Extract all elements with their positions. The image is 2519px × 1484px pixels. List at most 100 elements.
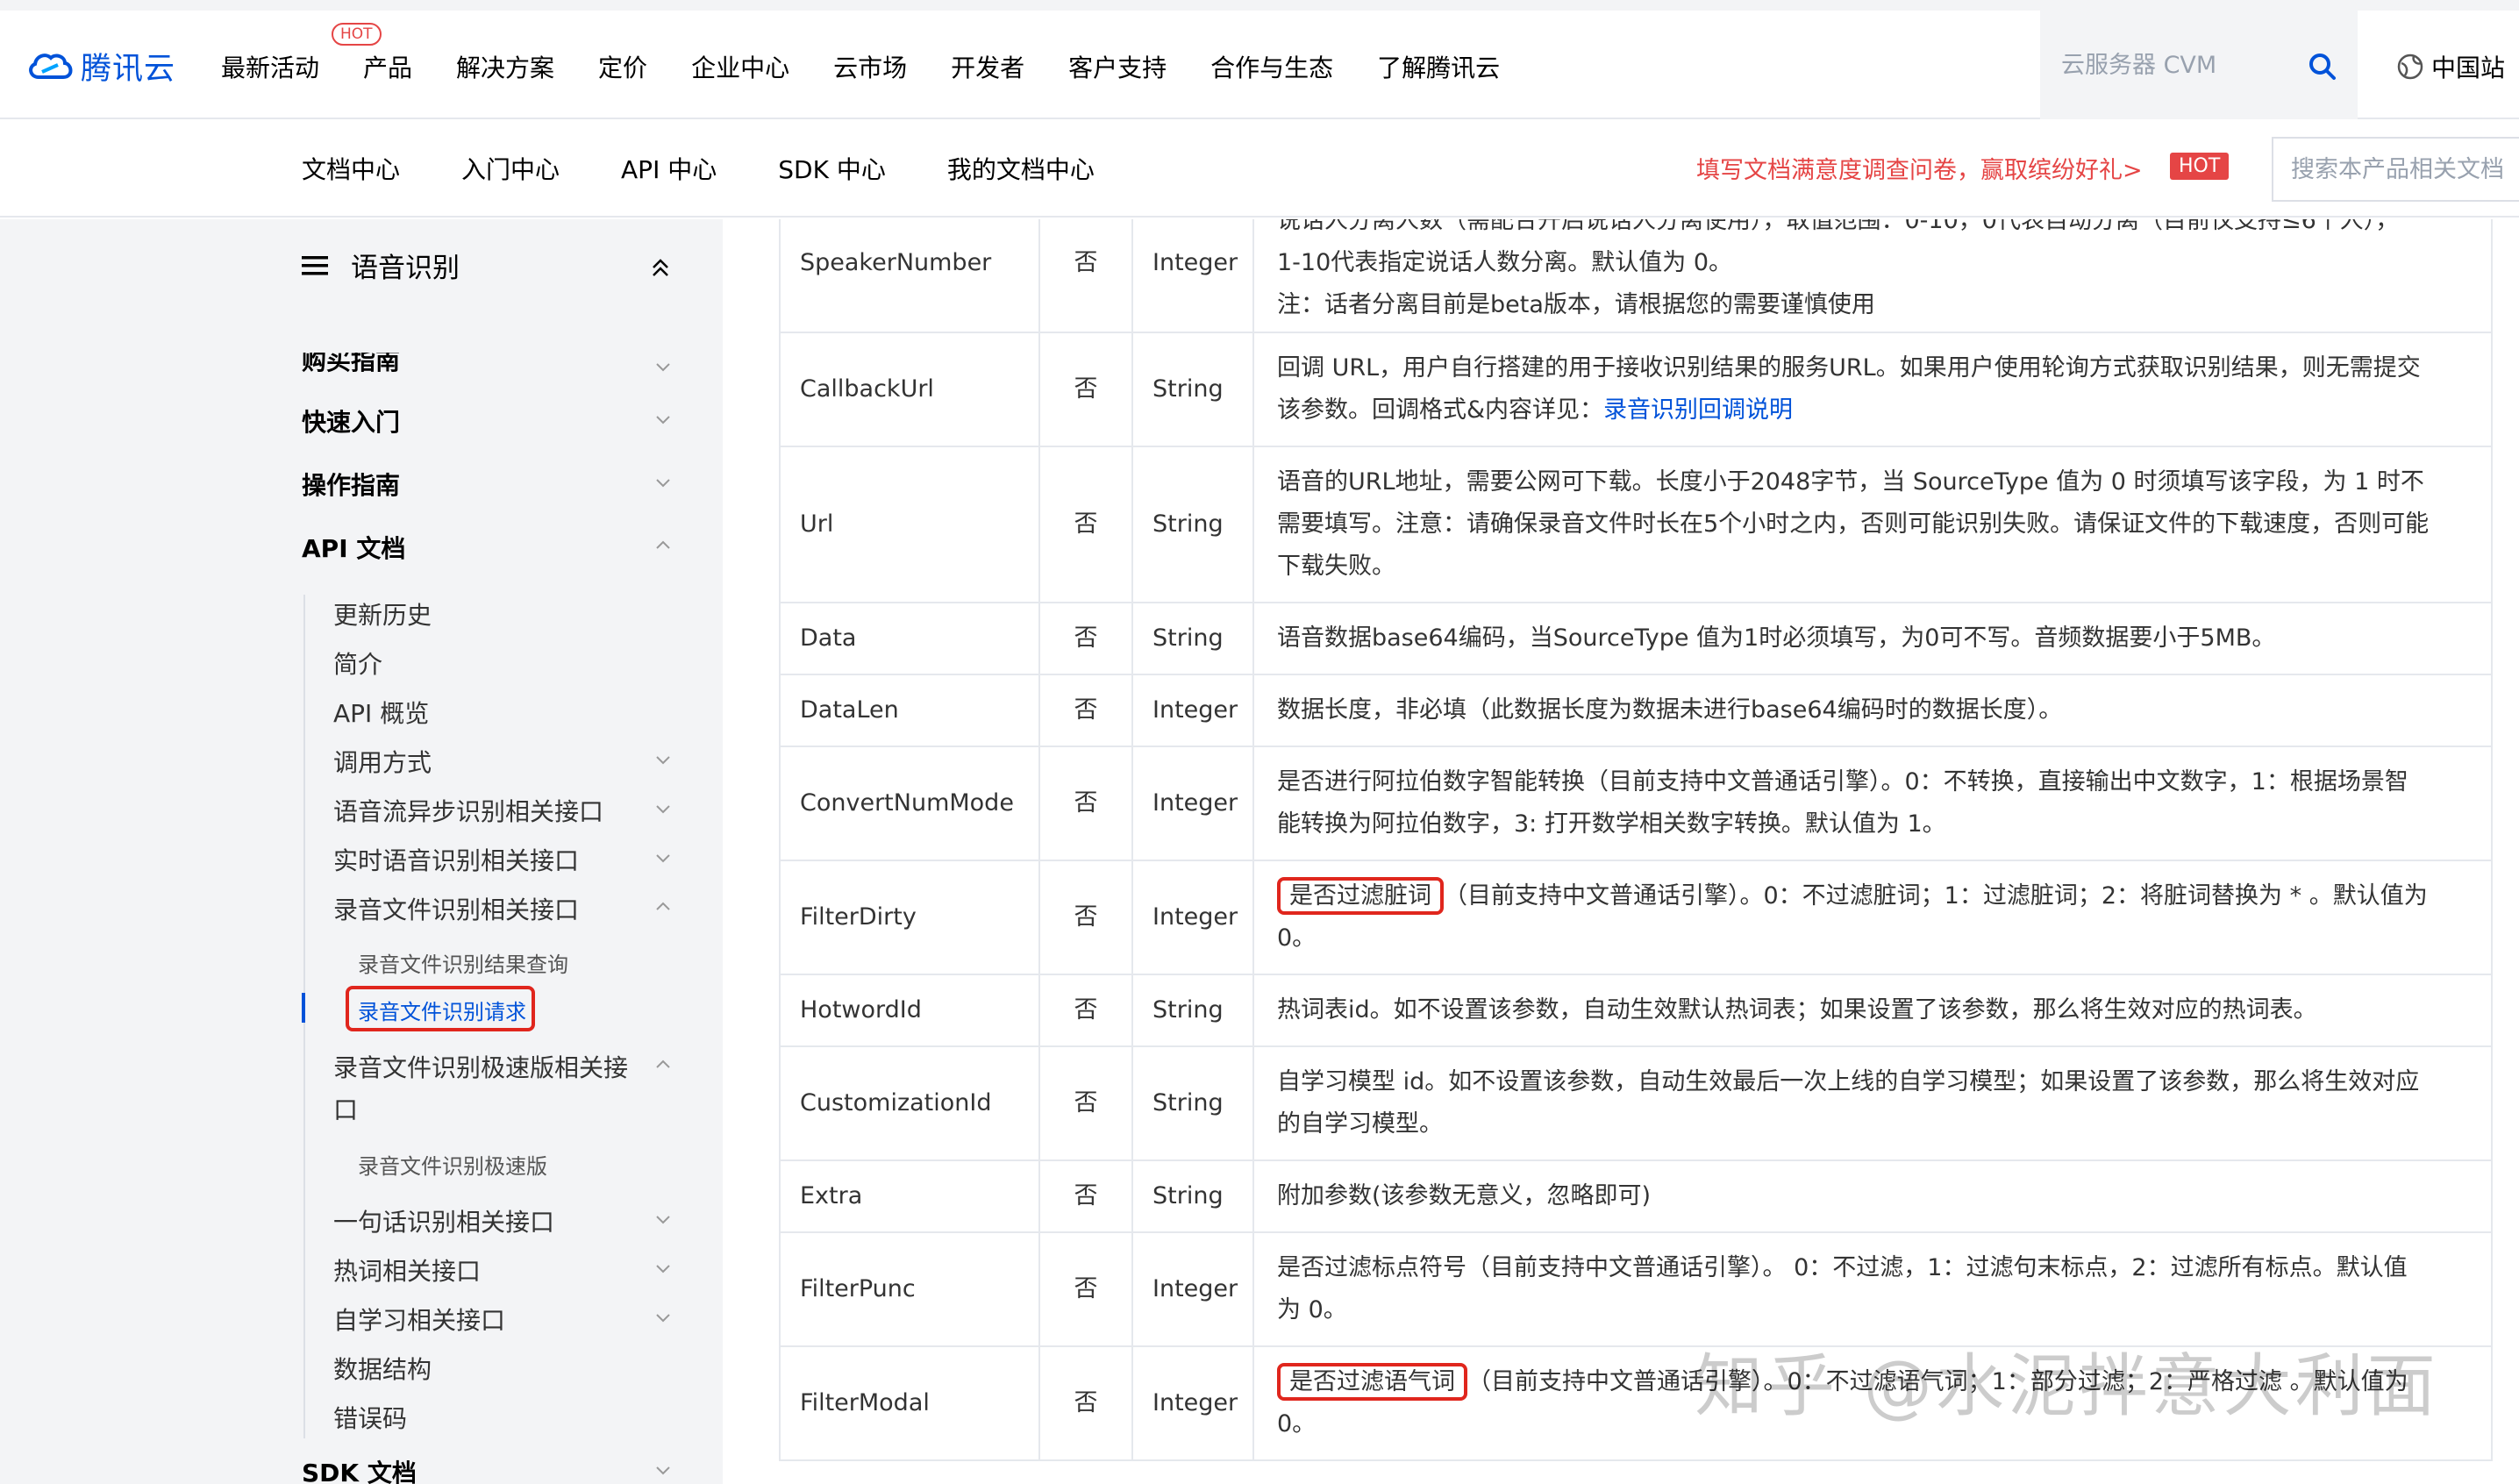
- sidebar-item[interactable]: 快速入门: [302, 403, 400, 439]
- param-required: 否: [1038, 1345, 1133, 1461]
- sidebar-item[interactable]: 语音流异步识别相关接口: [333, 793, 603, 828]
- description-text: 自学习模型 id。如不设置该参数，自动生效最后一次上线的自学习模型；如果设置了该…: [1277, 1068, 2420, 1095]
- top-search-input[interactable]: [2061, 46, 2289, 84]
- sidebar-header[interactable]: 语音识别: [302, 246, 460, 285]
- description-text: （目前支持中文普通话引擎）。0：不过滤脏词；1：过滤脏词；2：将脏词替换为 * …: [1444, 882, 2428, 910]
- table-row: FilterPunc 否 Integer 是否过滤标点符号（目前支持中文普通话引擎）。…: [779, 1231, 2493, 1347]
- sidebar-item[interactable]: 调用方式: [333, 744, 432, 779]
- sidebar-item[interactable]: 更新历史: [333, 596, 432, 631]
- highlighted-term: 是否过滤脏词: [1277, 877, 1444, 915]
- chevron-down-icon[interactable]: [653, 749, 674, 770]
- param-type: String: [1131, 974, 1254, 1047]
- sidebar-item[interactable]: 购买指南: [302, 353, 400, 377]
- param-type: Integer: [1131, 746, 1254, 861]
- sidebar-item[interactable]: 录音文件识别极速版: [358, 1149, 547, 1180]
- chevron-down-icon[interactable]: [653, 472, 674, 493]
- nav-item-label: 产品: [363, 54, 413, 82]
- description-text: 附加参数(该参数无意义，忽略即可): [1277, 1182, 1652, 1209]
- chevron-down-icon[interactable]: [653, 1459, 674, 1480]
- description-text: 语音的URL地址，需要公网可下载。长度小于2048字节，当 SourceType…: [1277, 468, 2424, 496]
- param-type: String: [1131, 332, 1254, 447]
- chevron-up-icon[interactable]: [653, 535, 674, 556]
- param-name: FilterModal: [779, 1345, 1040, 1461]
- sidebar-item[interactable]: 录音文件识别极速版相关接: [333, 1049, 628, 1084]
- region-selector[interactable]: 中国站: [2396, 49, 2505, 84]
- sidebar-item[interactable]: 口: [333, 1091, 358, 1126]
- sidebar-item[interactable]: API 概览: [333, 695, 429, 730]
- chevron-down-icon[interactable]: [653, 798, 674, 819]
- doc-search-input[interactable]: [2273, 139, 2519, 200]
- nav-item[interactable]: 云市场: [833, 49, 907, 84]
- param-required: 否: [1038, 746, 1133, 861]
- nav-item[interactable]: 了解腾讯云: [1377, 49, 1500, 84]
- param-type: String: [1131, 602, 1254, 675]
- param-required: 否: [1038, 602, 1133, 675]
- description-line: 语音数据base64编码，当SourceType 值为1时必须填写，为0可不写。…: [1277, 617, 2468, 660]
- nav-item[interactable]: 定价: [598, 49, 647, 84]
- description-text: 0。: [1277, 924, 1317, 952]
- sidebar-item[interactable]: 热词相关接口: [333, 1252, 481, 1288]
- nav-item[interactable]: 最新活动: [221, 49, 319, 84]
- table-row: CallbackUrl 否 String 回调 URL，用户自行搭建的用于接收识别结果…: [779, 332, 2493, 447]
- chevron-down-icon[interactable]: [653, 847, 674, 868]
- collapse-all-icon[interactable]: [649, 256, 672, 279]
- nav-item-products[interactable]: HOT 产品: [332, 23, 413, 84]
- description-text: 回调 URL，用户自行搭建的用于接收识别结果的服务URL。如果用户使用轮询方式获…: [1277, 354, 2421, 382]
- subnav-item[interactable]: 入门中心: [461, 151, 560, 186]
- subnav-item[interactable]: 我的文档中心: [947, 151, 1095, 186]
- description-text: 注：话者分离目前是beta版本，请根据您的需要谨慎使用: [1277, 291, 1875, 318]
- chevron-down-icon[interactable]: [653, 1209, 674, 1230]
- subnav-item[interactable]: API 中心: [621, 151, 717, 186]
- sidebar-item[interactable]: 数据结构: [333, 1351, 432, 1386]
- param-required: 否: [1038, 974, 1133, 1047]
- nav-item[interactable]: 开发者: [951, 49, 1024, 84]
- description-line: 该参数。回调格式&内容详见：录音识别回调说明: [1277, 389, 2468, 432]
- brand-logo[interactable]: 腾讯云: [26, 44, 175, 89]
- search-icon[interactable]: [2305, 49, 2340, 84]
- chevron-down-icon[interactable]: [653, 409, 674, 430]
- param-required: 否: [1038, 1231, 1133, 1347]
- chevron-down-icon[interactable]: [653, 356, 674, 377]
- chevron-down-icon[interactable]: [653, 1307, 674, 1328]
- description-text: 是否进行阿拉伯数字智能转换（目前支持中文普通话引擎）。0：不转换，直接输出中文数…: [1277, 768, 2408, 796]
- description-line: 1-10代表指定说话人数分离。默认值为 0。: [1277, 242, 2468, 284]
- param-type: Integer: [1131, 860, 1254, 975]
- param-type: String: [1131, 1045, 1254, 1161]
- sidebar-item[interactable]: SDK 文档: [302, 1454, 417, 1484]
- chevron-up-icon[interactable]: [653, 1054, 674, 1075]
- param-description: 回调 URL，用户自行搭建的用于接收识别结果的服务URL。如果用户使用轮询方式获…: [1252, 332, 2493, 447]
- sidebar-item[interactable]: 实时语音识别相关接口: [333, 842, 579, 877]
- description-text: 为 0。: [1277, 1296, 1347, 1323]
- callback-doc-link[interactable]: 录音识别回调说明: [1603, 396, 1793, 424]
- sidebar-item[interactable]: API 文档: [302, 530, 405, 565]
- table-row: FilterDirty 否 Integer 是否过滤脏词 （目前支持中文普通话引擎）。0…: [779, 860, 2493, 975]
- active-indicator: [302, 993, 305, 1023]
- chevron-up-icon[interactable]: [653, 896, 674, 917]
- sidebar-title: 语音识别: [351, 253, 460, 284]
- nav-item[interactable]: 客户支持: [1068, 49, 1167, 84]
- param-required: 否: [1038, 1159, 1133, 1233]
- sidebar-item[interactable]: 自学习相关接口: [333, 1302, 505, 1337]
- sidebar-item[interactable]: 错误码: [333, 1400, 407, 1435]
- sidebar-item[interactable]: 一句话识别相关接口: [333, 1203, 554, 1238]
- param-required: 否: [1038, 1045, 1133, 1161]
- nav-item[interactable]: 解决方案: [456, 49, 554, 84]
- subnav-item[interactable]: 文档中心: [302, 151, 400, 186]
- sidebar-item[interactable]: 录音文件识别相关接口: [333, 891, 579, 926]
- doc-sub-navigation: 文档中心 入门中心 API 中心 SDK 中心 我的文档中心 填写文档满意度调查问卷，赢…: [0, 119, 2519, 218]
- subnav-item[interactable]: SDK 中心: [778, 151, 886, 186]
- sidebar-item[interactable]: 简介: [333, 646, 382, 681]
- chevron-down-icon[interactable]: [653, 1258, 674, 1279]
- description-line: 的自学习模型。: [1277, 1103, 2468, 1145]
- param-required: 否: [1038, 674, 1133, 747]
- description-text: 的自学习模型。: [1277, 1110, 1443, 1138]
- param-description: 附加参数(该参数无意义，忽略即可): [1252, 1159, 2493, 1233]
- description-line: 注：话者分离目前是beta版本，请根据您的需要谨慎使用: [1277, 284, 2468, 326]
- nav-item[interactable]: 合作与生态: [1210, 49, 1333, 84]
- sidebar-item[interactable]: 操作指南: [302, 467, 400, 502]
- highlight-box: [346, 986, 535, 1031]
- nav-item[interactable]: 企业中心: [691, 49, 789, 84]
- survey-link[interactable]: 填写文档满意度调查问卷，赢取缤纷好礼>: [1696, 151, 2143, 185]
- table-row: CustomizationId 否 String 自学习模型 id。如不设置该参数，自…: [779, 1045, 2493, 1161]
- sidebar-item[interactable]: 录音文件识别结果查询: [358, 947, 568, 978]
